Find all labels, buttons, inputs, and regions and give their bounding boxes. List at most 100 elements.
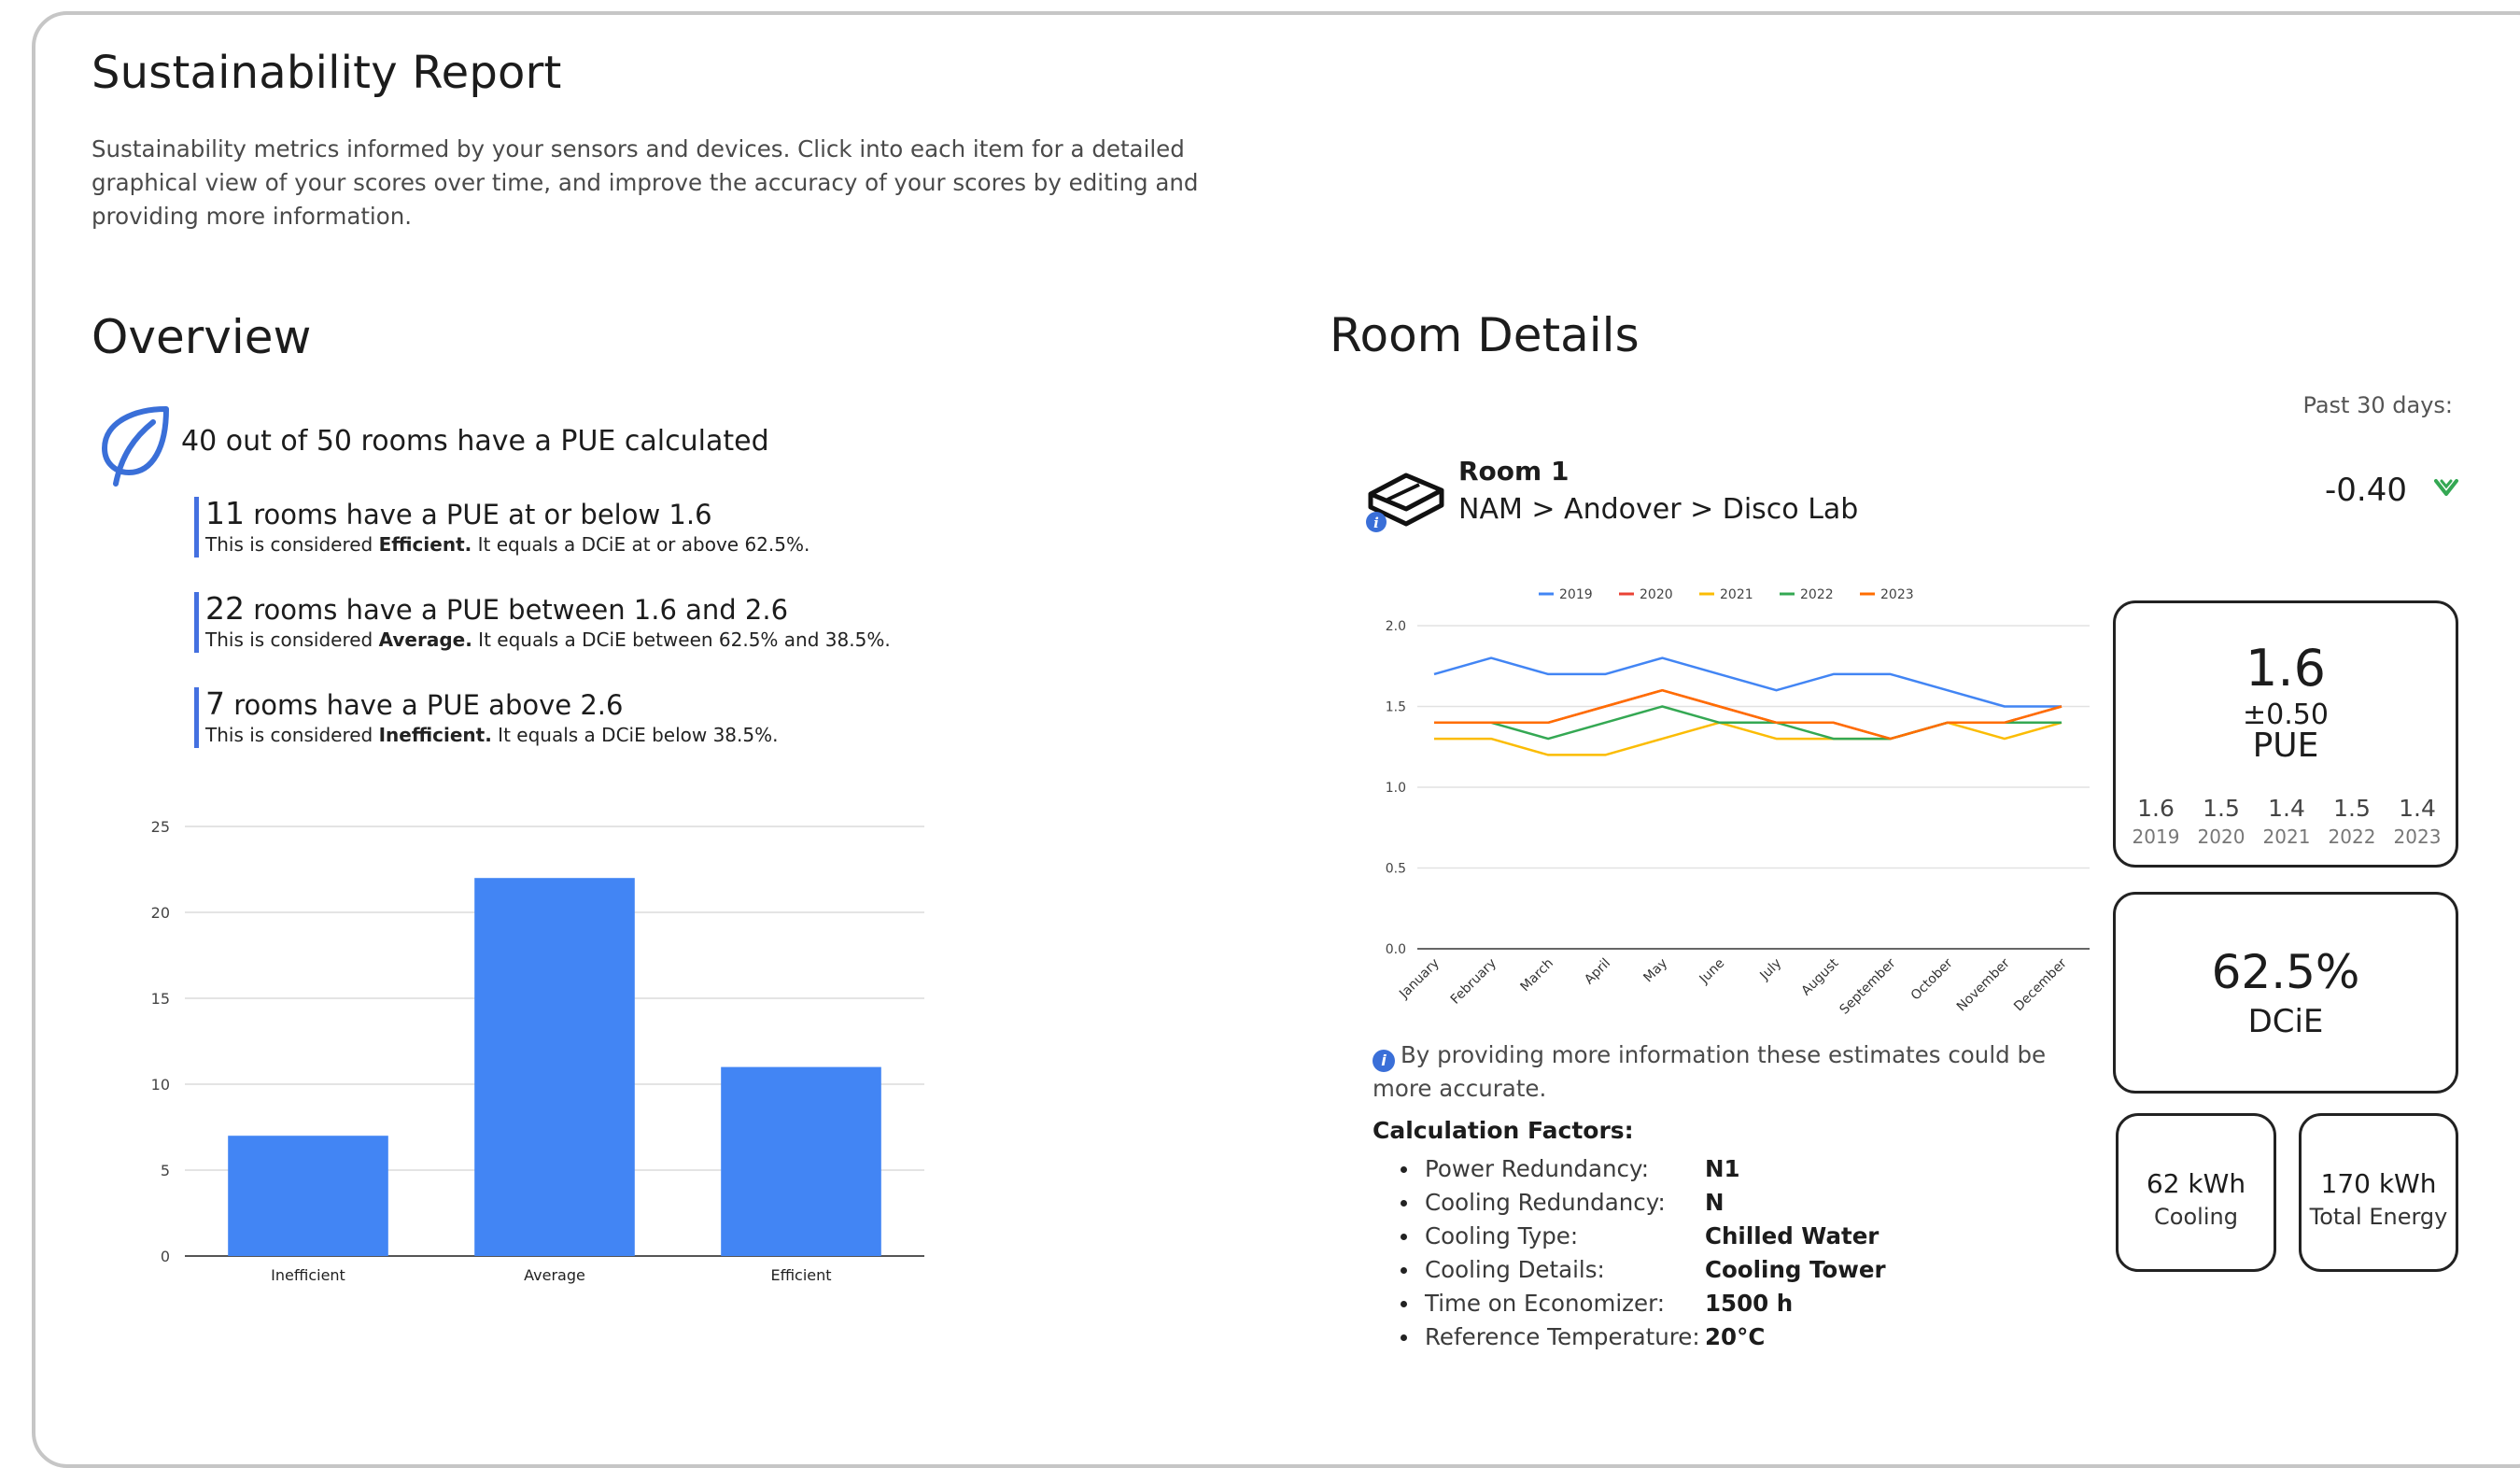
total-energy-tile[interactable]: 170 kWh Total Energy xyxy=(2299,1113,2458,1272)
y-tick-label: 0.0 xyxy=(1386,942,1406,957)
pue-label: PUE xyxy=(2252,727,2319,765)
year-pue-item: 1.5 2020 xyxy=(2189,795,2254,848)
bullet xyxy=(1401,1234,1407,1240)
x-tick-label: November xyxy=(1954,955,2013,1014)
y-tick-label: 20 xyxy=(151,904,170,922)
x-tick-label: February xyxy=(1448,956,1499,1008)
x-tick-label: Average xyxy=(524,1266,585,1284)
calc-factor-key: Cooling Type: xyxy=(1425,1222,1579,1249)
calc-factors-heading: Calculation Factors: xyxy=(1373,1117,1634,1144)
y-tick-label: 10 xyxy=(151,1076,170,1094)
room-name[interactable]: Room 1 xyxy=(1458,456,1569,487)
calc-factor-key: Cooling Redundancy: xyxy=(1425,1189,1666,1216)
y-tick-label: 2.0 xyxy=(1386,619,1406,634)
year-label: 2022 xyxy=(2328,826,2376,848)
y-tick-label: 5 xyxy=(161,1162,170,1179)
pue-bucket-efficient[interactable]: 11 rooms have a PUE at or below 1.6 This… xyxy=(194,497,809,558)
overview-heading: Overview xyxy=(92,310,312,364)
pue-tile[interactable]: 1.6 ±0.50 PUE 1.6 2019 1.5 2020 1.4 2021 1.… xyxy=(2113,600,2458,868)
calc-factor-key: Time on Economizer: xyxy=(1425,1290,1666,1317)
bullet xyxy=(1401,1200,1407,1207)
cooling-energy-tile[interactable]: 62 kWh Cooling xyxy=(2116,1113,2276,1272)
x-tick-label: September xyxy=(1837,955,1899,1017)
year-pue-value: 1.5 xyxy=(2333,795,2371,822)
legend-label: 2023 xyxy=(1880,587,1914,602)
svg-text:i: i xyxy=(1373,515,1379,531)
dcie-tile[interactable]: 62.5% DCiE xyxy=(2113,892,2458,1094)
calc-factor-value: 20°C xyxy=(1705,1323,1766,1350)
cooling-energy-label: Cooling xyxy=(2154,1204,2238,1230)
bullet xyxy=(1401,1267,1407,1274)
y-tick-label: 15 xyxy=(151,990,170,1008)
year-pue-value: 1.6 xyxy=(2137,795,2175,822)
x-tick-label: July xyxy=(1757,956,1785,984)
bullet xyxy=(1401,1301,1407,1307)
legend-label: 2022 xyxy=(1800,587,1834,602)
trend-down-chevron-icon xyxy=(2434,479,2458,496)
report-description: Sustainability metrics informed by your … xyxy=(92,135,1199,230)
y-tick-label: 1.0 xyxy=(1386,781,1406,796)
year-label: 2021 xyxy=(2262,826,2311,848)
pue-delta-value: -0.40 xyxy=(2325,472,2407,509)
bar xyxy=(228,1136,388,1256)
pue-trend-line-chart: 0.0 0.5 1.0 1.5 2.0 2019 2020 2021 2022 2023 Janua… xyxy=(1386,587,2090,1018)
bar xyxy=(721,1066,881,1256)
bucket-detail-pre: This is considered xyxy=(205,724,379,746)
page-title: Sustainability Report xyxy=(92,47,562,99)
bucket-detail-pre: This is considered xyxy=(205,533,379,556)
info-icon[interactable]: i xyxy=(1373,1050,1395,1072)
x-tick-label: May xyxy=(1640,956,1670,986)
calc-factor-value: N1 xyxy=(1705,1155,1740,1182)
year-label: 2020 xyxy=(2197,826,2245,848)
period-label: Past 30 days: xyxy=(2302,392,2453,418)
x-tick-label: December xyxy=(2011,955,2070,1014)
room-icon[interactable]: i xyxy=(1363,462,1447,537)
legend-label: 2020 xyxy=(1640,587,1673,602)
calc-factor-value: N xyxy=(1705,1189,1725,1216)
x-tick-label: March xyxy=(1518,956,1556,995)
bar xyxy=(474,878,635,1256)
y-tick-label: 0.5 xyxy=(1386,862,1406,877)
year-pue-value: 1.5 xyxy=(2203,795,2240,822)
bucket-detail-post: It equals a DCiE at or above 62.5%. xyxy=(472,533,810,556)
bullet xyxy=(1401,1166,1407,1173)
bucket-detail-post: It equals a DCiE between 62.5% and 38.5%… xyxy=(472,628,891,651)
y-tick-label: 1.5 xyxy=(1386,700,1406,715)
bucket-rating: Inefficient. xyxy=(378,724,492,746)
bullet xyxy=(1401,1334,1407,1341)
accuracy-note-text: By providing more information these esti… xyxy=(1373,1041,2047,1102)
year-pue-value: 1.4 xyxy=(2268,795,2305,822)
year-pue-item: 1.6 2019 xyxy=(2123,795,2189,848)
y-tick-label: 25 xyxy=(151,818,170,836)
series-line xyxy=(1433,656,2062,708)
x-tick-label: June xyxy=(1696,956,1728,988)
year-pue-item: 1.5 2022 xyxy=(2319,795,2385,848)
calc-factor-value: Cooling Tower xyxy=(1705,1256,1886,1283)
x-tick-label: Inefficient xyxy=(271,1266,345,1284)
pue-bucket-inefficient[interactable]: 7 rooms have a PUE above 2.6 This is con… xyxy=(194,687,778,748)
dcie-label: DCiE xyxy=(2247,1003,2324,1040)
legend-label: 2021 xyxy=(1720,587,1753,602)
accuracy-note: i By providing more information these est… xyxy=(1373,1038,2063,1106)
total-energy-label: Total Energy xyxy=(2309,1204,2448,1230)
year-pue-value: 1.4 xyxy=(2399,795,2436,822)
bucket-detail-pre: This is considered xyxy=(205,628,379,651)
calc-factor-key: Reference Temperature: xyxy=(1425,1323,1700,1350)
bucket-rating: Efficient. xyxy=(378,533,472,556)
calc-factor-key: Cooling Details: xyxy=(1425,1256,1605,1283)
year-pue-item: 1.4 2023 xyxy=(2385,795,2450,848)
pue-distribution-bar-chart: 0 5 10 15 20 25 Inefficient Average Efficient xyxy=(151,818,924,1284)
year-label: 2023 xyxy=(2393,826,2442,848)
pue-bucket-average[interactable]: 22 rooms have a PUE between 1.6 and 2.6 … xyxy=(194,592,891,653)
bucket-detail-post: It equals a DCiE below 38.5%. xyxy=(491,724,779,746)
legend-label: 2019 xyxy=(1559,587,1593,602)
cooling-energy-value: 62 kWh xyxy=(2146,1168,2246,1199)
pue-summary-text: 40 out of 50 rooms have a PUE calculated xyxy=(181,425,769,458)
total-energy-value: 170 kWh xyxy=(2320,1168,2437,1199)
bucket-text: rooms have a PUE above 2.6 xyxy=(225,689,624,721)
dcie-value: 62.5% xyxy=(2211,945,2360,999)
bucket-count: 22 xyxy=(205,590,245,627)
bucket-text: rooms have a PUE at or below 1.6 xyxy=(245,499,712,530)
bucket-text: rooms have a PUE between 1.6 and 2.6 xyxy=(245,594,789,626)
x-tick-label: April xyxy=(1582,956,1613,988)
